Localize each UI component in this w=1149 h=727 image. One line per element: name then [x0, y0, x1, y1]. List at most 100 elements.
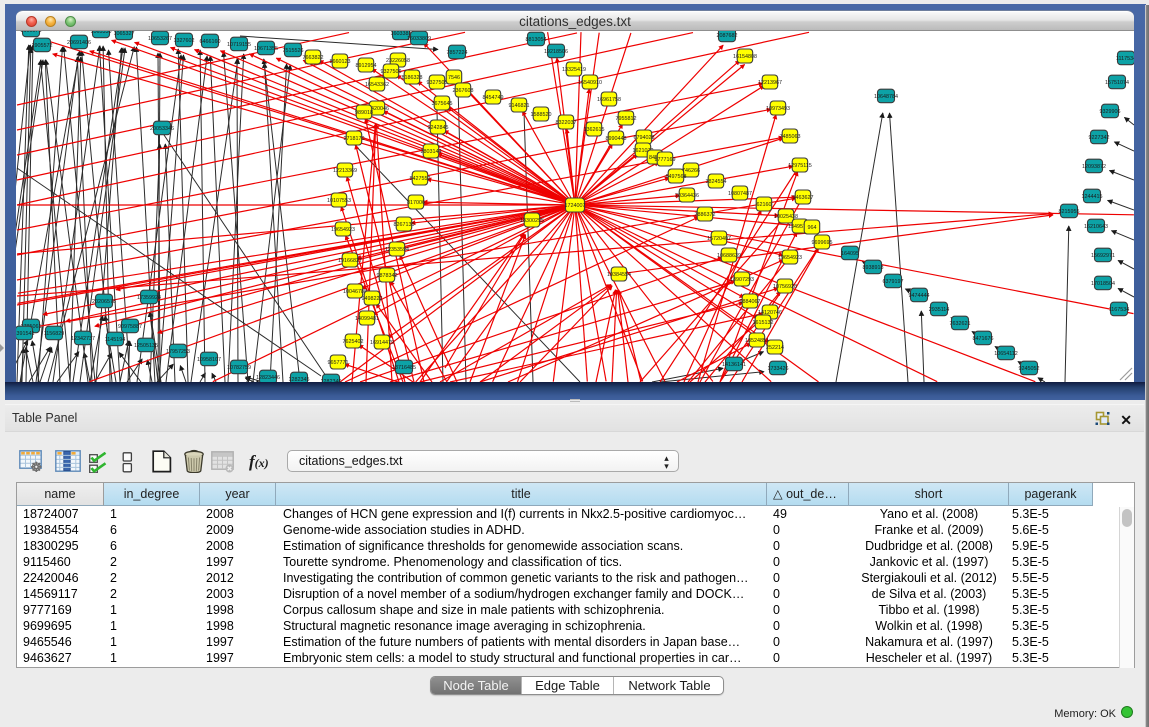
svg-text:10782759: 10782759: [227, 365, 251, 371]
svg-text:1327602: 1327602: [174, 38, 195, 44]
svg-text:14136141: 14136141: [722, 362, 746, 368]
svg-text:9146821: 9146821: [509, 103, 530, 109]
svg-text:8660123: 8660123: [330, 59, 351, 65]
svg-text:19654923: 19654923: [778, 255, 802, 261]
svg-text:10653267: 10653267: [148, 36, 172, 42]
svg-text:7546: 7546: [448, 75, 460, 81]
svg-text:9498222: 9498222: [362, 296, 383, 302]
svg-text:6466160: 6466160: [200, 39, 221, 45]
svg-text:1615132: 1615132: [753, 320, 774, 326]
svg-text:10756928: 10756928: [773, 284, 797, 290]
svg-text:8912954: 8912954: [356, 63, 377, 69]
svg-text:8454749: 8454749: [483, 95, 504, 101]
svg-text:9227342: 9227342: [1089, 135, 1110, 141]
svg-text:164095: 164095: [841, 251, 859, 257]
svg-text:1588520: 1588520: [531, 112, 552, 118]
svg-text:16210643: 16210643: [1084, 224, 1108, 230]
svg-text:17359924: 17359924: [137, 295, 161, 301]
svg-text:1145194: 1145194: [105, 337, 126, 343]
svg-text:2105571: 2105571: [21, 31, 42, 34]
svg-text:7625402: 7625402: [343, 339, 364, 345]
svg-text:7663822: 7663822: [303, 55, 324, 61]
svg-text:2087682: 2087682: [717, 33, 738, 39]
svg-text:18907293: 18907293: [730, 277, 754, 283]
svg-text:10648784: 10648784: [874, 94, 898, 100]
svg-text:15692971: 15692971: [1091, 253, 1115, 259]
svg-text:10719155: 10719155: [227, 42, 251, 48]
svg-text:2367608: 2367608: [453, 88, 474, 94]
svg-text:12093872: 12093872: [1082, 164, 1106, 170]
svg-text:12353594: 12353594: [385, 247, 409, 253]
svg-text:10107553: 10107553: [327, 198, 351, 204]
svg-text:9878342: 9878342: [377, 273, 398, 279]
svg-text:10958107: 10958107: [197, 357, 221, 363]
svg-text:7485063: 7485063: [780, 134, 801, 140]
svg-text:7857224: 7857224: [447, 50, 468, 56]
svg-text:9327506: 9327506: [381, 69, 402, 75]
svg-text:13325419: 13325419: [562, 67, 586, 73]
svg-text:6379197: 6379197: [883, 279, 904, 285]
svg-text:817006: 817006: [407, 200, 425, 206]
svg-text:62160: 62160: [757, 202, 772, 208]
svg-text:2803144: 2803144: [421, 149, 442, 155]
svg-text:19384554: 19384554: [607, 272, 631, 278]
svg-text:17018504: 17018504: [1091, 281, 1115, 287]
svg-text:12213967: 12213967: [758, 80, 782, 86]
svg-text:1167534: 1167534: [1109, 307, 1130, 313]
svg-text:12823446: 12823446: [256, 375, 280, 381]
svg-text:7632621: 7632621: [950, 321, 971, 327]
svg-text:1156829: 1156829: [44, 331, 65, 337]
svg-text:12975115: 12975115: [788, 163, 812, 169]
svg-text:20364436: 20364436: [675, 193, 699, 199]
svg-text:12342737: 12342737: [71, 336, 95, 342]
svg-text:9699695: 9699695: [812, 240, 833, 246]
svg-text:9329906: 9329906: [1100, 109, 1121, 115]
svg-text:1244415: 1244415: [1082, 194, 1103, 200]
svg-text:1724007: 1724007: [565, 203, 586, 209]
svg-text:9474444: 9474444: [909, 293, 930, 299]
svg-text:19654923: 19654923: [331, 227, 355, 233]
svg-text:2718170: 2718170: [344, 136, 365, 142]
svg-text:16914479: 16914479: [370, 340, 394, 346]
svg-text:8990448: 8990448: [606, 136, 627, 142]
svg-text:7955812: 7955812: [616, 116, 637, 122]
svg-text:19166827: 19166827: [338, 258, 362, 264]
svg-text:8215955: 8215955: [1059, 209, 1080, 215]
svg-text:13524851: 13524851: [745, 338, 769, 344]
svg-text:9245052: 9245052: [1019, 366, 1040, 372]
svg-text:16033809: 16033809: [407, 36, 431, 42]
svg-text:16154808: 16154808: [733, 54, 757, 60]
svg-text:964: 964: [808, 225, 817, 231]
svg-text:14099481: 14099481: [355, 316, 379, 322]
svg-text:1733426: 1733426: [768, 366, 789, 372]
svg-text:7515526: 7515526: [283, 48, 304, 54]
svg-text:10688639: 10688639: [717, 253, 741, 259]
svg-text:9657771: 9657771: [328, 360, 349, 366]
svg-text:3675645: 3675645: [432, 101, 453, 107]
svg-text:8322037: 8322037: [556, 120, 577, 126]
svg-text:989018: 989018: [355, 110, 373, 116]
svg-text:20053346: 20053346: [150, 126, 174, 132]
svg-text:8267130: 8267130: [394, 222, 415, 228]
svg-text:2935114: 2935114: [929, 307, 950, 313]
svg-text:8471676: 8471676: [973, 336, 994, 342]
svg-text:9777169: 9777169: [655, 157, 676, 163]
svg-text:12505135: 12505135: [134, 343, 158, 349]
svg-text:1905572: 1905572: [32, 43, 53, 49]
svg-text:1391541: 1391541: [16, 331, 35, 337]
svg-text:9327505: 9327505: [427, 80, 448, 86]
svg-text:20206578: 20206578: [92, 299, 116, 305]
svg-text:252214: 252214: [766, 345, 784, 351]
svg-text:10654112: 10654112: [994, 351, 1018, 357]
svg-text:10671355: 10671355: [254, 46, 278, 52]
svg-text:9242845: 9242845: [428, 125, 449, 131]
svg-text:3824554: 3824554: [706, 179, 727, 185]
svg-text:12213369: 12213369: [333, 168, 357, 174]
svg-text:8938918: 8938918: [863, 265, 884, 271]
svg-text:16540910: 16540910: [578, 80, 602, 86]
svg-text:10973493: 10973493: [766, 106, 790, 112]
svg-text:1117534: 1117534: [1116, 56, 1134, 62]
svg-text:8186328: 8186328: [402, 75, 423, 81]
svg-text:9463627: 9463627: [793, 195, 814, 201]
svg-text:18300295: 18300295: [520, 218, 544, 224]
